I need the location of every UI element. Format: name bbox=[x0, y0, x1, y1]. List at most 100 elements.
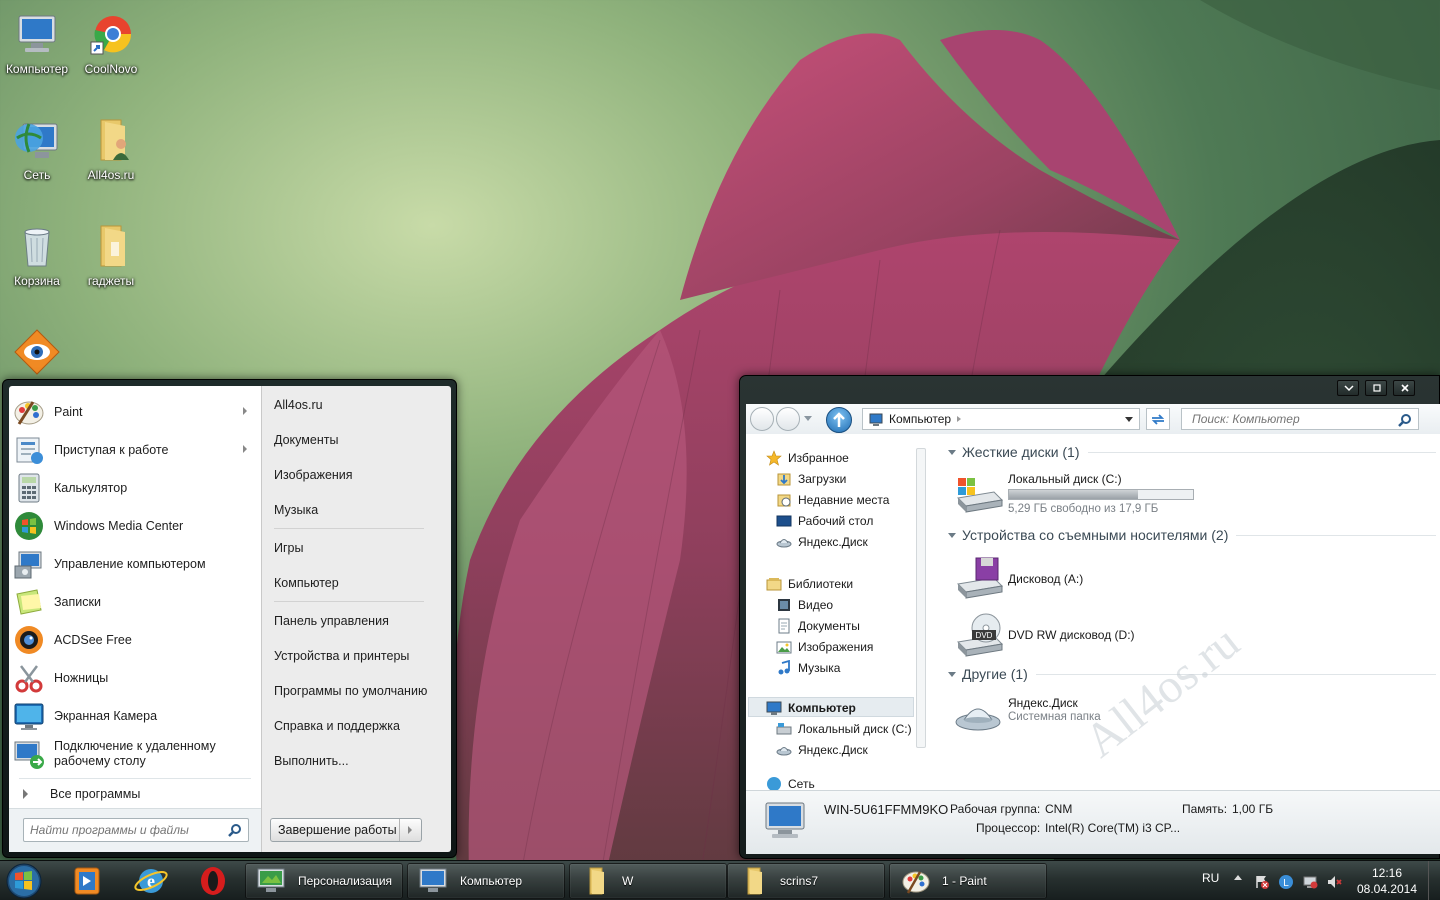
program-snipping-tool[interactable]: Ножницы bbox=[13, 660, 257, 696]
shutdown-options-arrow-icon[interactable] bbox=[399, 819, 421, 841]
back-button[interactable] bbox=[750, 407, 774, 431]
minimize-button[interactable] bbox=[1337, 380, 1359, 396]
collapse-arrow-icon[interactable] bbox=[948, 671, 956, 677]
search-icon[interactable] bbox=[1398, 413, 1412, 430]
address-bar[interactable]: Компьютер bbox=[862, 408, 1140, 430]
start-search-input[interactable] bbox=[24, 819, 220, 841]
desktop-icon-recycle-bin[interactable]: Корзина bbox=[0, 222, 74, 288]
explorer-search-input[interactable] bbox=[1182, 409, 1382, 429]
floppy-drive-icon bbox=[954, 556, 1004, 602]
network-tray-icon[interactable]: L bbox=[1278, 874, 1294, 893]
link-devices-printers[interactable]: Устройства и принтеры bbox=[274, 649, 409, 663]
task-folder-scrins7[interactable]: scrins7 bbox=[727, 863, 885, 899]
submenu-arrow-icon[interactable] bbox=[243, 445, 247, 453]
nav-computer[interactable]: Компьютер bbox=[766, 700, 856, 716]
nav-label: Яндекс.Диск bbox=[798, 743, 868, 757]
up-button[interactable] bbox=[826, 407, 852, 433]
volume-muted-icon[interactable] bbox=[1326, 874, 1342, 893]
start-search-box[interactable] bbox=[23, 818, 249, 842]
link-control-panel[interactable]: Панель управления bbox=[274, 614, 389, 628]
folder-icon bbox=[738, 866, 770, 896]
show-hidden-icons-arrow[interactable] bbox=[1234, 875, 1242, 880]
maximize-button[interactable] bbox=[1365, 380, 1387, 396]
opera-icon bbox=[201, 867, 225, 895]
desktop-icon-all4os[interactable]: All4os.ru bbox=[74, 116, 148, 182]
program-media-center[interactable]: Windows Media Center bbox=[13, 508, 257, 544]
task-folder-w[interactable]: W bbox=[569, 863, 727, 899]
desktop-icon-gadgets[interactable]: гаджеты bbox=[74, 222, 148, 288]
start-button[interactable] bbox=[4, 862, 44, 900]
nav-yandex-disk[interactable]: Яндекс.Диск bbox=[776, 534, 868, 550]
program-computer-management[interactable]: Управление компьютером bbox=[13, 546, 257, 582]
search-icon[interactable] bbox=[228, 823, 242, 840]
show-desktop-button[interactable] bbox=[1428, 861, 1440, 900]
drive-c[interactable]: Локальный диск (C:) 5,29 ГБ свободно из … bbox=[954, 472, 1194, 518]
submenu-arrow-icon[interactable] bbox=[243, 407, 247, 415]
language-indicator[interactable]: RU bbox=[1202, 871, 1219, 885]
desktop-icon-computer[interactable]: Компьютер bbox=[0, 10, 74, 76]
nav-video[interactable]: Видео bbox=[776, 597, 833, 613]
nav-pictures[interactable]: Изображения bbox=[776, 639, 873, 655]
nav-scrollbar[interactable] bbox=[914, 442, 928, 782]
libraries-icon bbox=[766, 576, 782, 592]
nav-music[interactable]: Музыка bbox=[776, 659, 840, 676]
program-acdsee[interactable]: ACDSee Free bbox=[13, 622, 257, 658]
link-all4os[interactable]: All4os.ru bbox=[274, 398, 323, 412]
link-games[interactable]: Игры bbox=[274, 541, 303, 555]
link-documents[interactable]: Документы bbox=[274, 433, 338, 447]
link-default-programs[interactable]: Программы по умолчанию bbox=[274, 684, 427, 698]
desktop-icon-network[interactable]: Сеть bbox=[0, 116, 74, 182]
nav-yandex-disk-computer[interactable]: Яндекс.Диск bbox=[776, 742, 868, 758]
nav-favorites[interactable]: Избранное bbox=[766, 450, 849, 466]
nav-desktop[interactable]: Рабочий стол bbox=[776, 513, 873, 529]
drive-a[interactable]: Дисковод (A:) bbox=[954, 556, 1083, 602]
forward-button[interactable] bbox=[776, 407, 800, 431]
link-help-support[interactable]: Справка и поддержка bbox=[274, 719, 400, 733]
nav-documents[interactable]: Документы bbox=[776, 618, 860, 634]
scrollbar-thumb[interactable] bbox=[916, 448, 926, 748]
program-screen-camera[interactable]: Экранная Камера bbox=[13, 698, 257, 734]
all-programs-button[interactable]: Все программы bbox=[13, 780, 257, 808]
drive-d[interactable]: DVD DVD RW дисковод (D:) bbox=[954, 612, 1135, 658]
task-paint[interactable]: 1 - Paint bbox=[889, 863, 1047, 899]
pinned-internet-explorer[interactable]: e bbox=[126, 864, 176, 898]
link-run[interactable]: Выполнить... bbox=[274, 754, 349, 768]
program-paint[interactable]: Paint bbox=[13, 394, 257, 430]
link-pictures[interactable]: Изображения bbox=[274, 468, 353, 482]
yandex-disk-item[interactable]: Яндекс.Диск Системная папка bbox=[954, 696, 1101, 742]
refresh-button[interactable] bbox=[1146, 408, 1170, 430]
link-computer[interactable]: Компьютер bbox=[274, 576, 339, 590]
nav-recent-places[interactable]: Недавние места bbox=[776, 492, 889, 508]
nav-downloads[interactable]: Загрузки bbox=[776, 471, 846, 487]
pinned-opera[interactable] bbox=[188, 864, 238, 898]
link-music[interactable]: Музыка bbox=[274, 503, 318, 517]
network-status-icon[interactable] bbox=[1302, 874, 1318, 893]
address-dropdown-icon[interactable] bbox=[1125, 417, 1133, 422]
explorer-search-box[interactable] bbox=[1181, 408, 1419, 430]
group-title: Другие (1) bbox=[962, 666, 1028, 682]
collapse-arrow-icon[interactable] bbox=[948, 532, 956, 538]
nav-network[interactable]: Сеть bbox=[766, 776, 815, 790]
nav-libraries[interactable]: Библиотеки bbox=[766, 576, 853, 592]
program-remote-desktop[interactable]: Подключение к удаленному рабочему столу bbox=[13, 736, 257, 772]
group-header-removable[interactable]: Устройства со съемными носителями (2) bbox=[948, 527, 1436, 543]
computer-icon bbox=[418, 866, 450, 896]
history-dropdown-icon[interactable] bbox=[804, 416, 812, 421]
desktop-icon-acdsee[interactable] bbox=[0, 328, 74, 380]
breadcrumb-chevron-icon[interactable] bbox=[957, 416, 962, 422]
group-header-hdd[interactable]: Жесткие диски (1) bbox=[948, 444, 1436, 460]
clock[interactable]: 12:16 08.04.2014 bbox=[1352, 865, 1422, 897]
task-personalization[interactable]: Персонализация bbox=[245, 863, 403, 899]
task-computer[interactable]: Компьютер bbox=[407, 863, 565, 899]
program-getting-started[interactable]: Приступая к работе bbox=[13, 432, 257, 468]
desktop-icon-coolnovo[interactable]: CoolNovo bbox=[74, 10, 148, 76]
collapse-arrow-icon[interactable] bbox=[948, 449, 956, 455]
pinned-media-player[interactable] bbox=[62, 864, 112, 898]
program-sticky-notes[interactable]: Записки bbox=[13, 584, 257, 620]
folder-icon bbox=[580, 866, 612, 896]
program-calculator[interactable]: Калькулятор bbox=[13, 470, 257, 506]
close-button[interactable] bbox=[1393, 380, 1415, 396]
nav-local-disk-c[interactable]: Локальный диск (C:) bbox=[776, 721, 912, 737]
shutdown-button[interactable]: Завершение работы bbox=[270, 818, 422, 842]
action-center-icon[interactable] bbox=[1254, 874, 1270, 893]
